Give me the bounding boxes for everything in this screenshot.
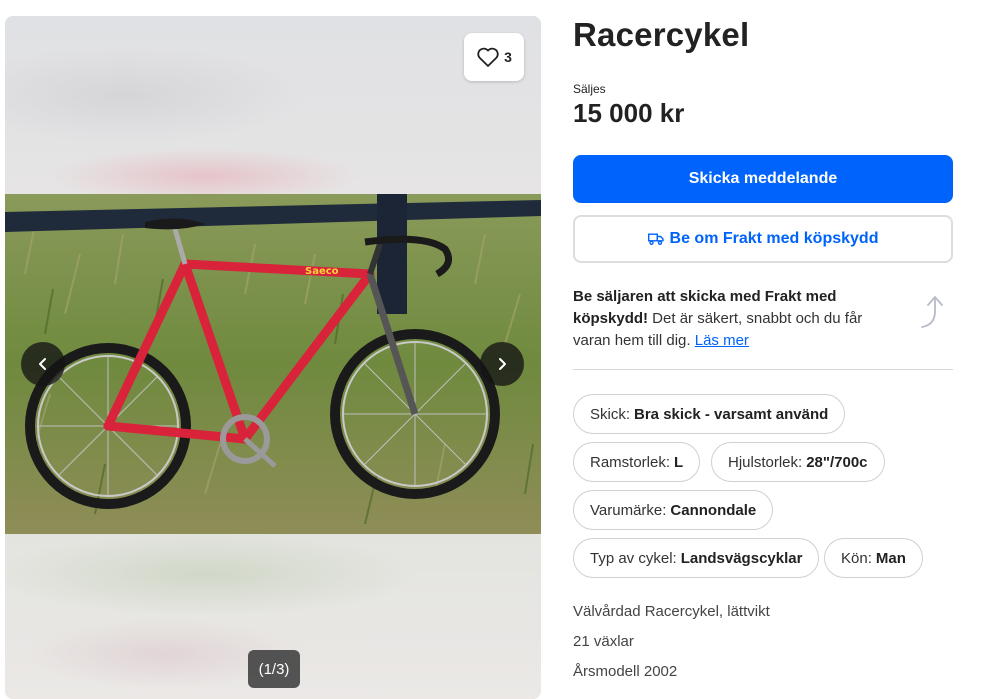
attribute-chip-bike-type: Typ av cykel: Landsvägscyklar <box>573 538 820 578</box>
attribute-chip-condition: Skick: Bra skick - varsamt använd <box>573 394 846 434</box>
attribute-value: Cannondale <box>670 501 757 519</box>
blurred-background-top <box>5 16 541 196</box>
favorite-button[interactable]: 3 <box>464 33 524 81</box>
listing-title: Racercykel <box>573 16 750 53</box>
favorite-count: 3 <box>504 49 512 65</box>
attribute-chip-frame-size: Ramstorlek: L <box>573 442 701 482</box>
chevron-left-icon <box>39 358 46 370</box>
description-line: 21 växlar <box>573 633 634 650</box>
heart-icon <box>477 47 499 67</box>
request-shipping-button[interactable]: Be om Frakt med köpskydd <box>573 215 953 263</box>
chevron-right-icon <box>499 358 506 370</box>
attribute-chip-brand: Varumärke: Cannondale <box>573 490 774 530</box>
listing-status: Säljes <box>573 82 606 96</box>
attribute-key: Typ av cykel: <box>590 549 677 567</box>
attribute-value: Man <box>875 549 906 567</box>
shipping-promo-text: Be säljaren att skicka med Frakt med köp… <box>573 286 863 352</box>
attribute-key: Varumärke: <box>590 501 667 519</box>
description-line: Årsmodell 2002 <box>573 663 678 680</box>
request-shipping-label: Be om Frakt med köpskydd <box>669 230 879 247</box>
attribute-value: Bra skick - varsamt använd <box>634 405 829 423</box>
attribute-value: Landsvägscyklar <box>680 549 803 567</box>
image-counter: (1/3) <box>248 650 300 688</box>
attribute-value: L <box>674 453 684 471</box>
previous-image-button[interactable] <box>21 342 65 386</box>
send-message-button[interactable]: Skicka meddelande <box>573 155 953 203</box>
next-image-button[interactable] <box>480 342 524 386</box>
section-divider <box>573 369 953 370</box>
frame-brand-text: Saeco <box>305 266 339 277</box>
listing-price: 15 000 kr <box>573 98 685 128</box>
attribute-key: Kön: <box>841 549 872 567</box>
image-gallery[interactable]: Saeco 3 (1/3) <box>5 16 541 699</box>
attribute-chip-wheel-size: Hjulstorlek: 28"/700c <box>711 442 885 482</box>
truck-icon <box>647 233 664 245</box>
attribute-key: Skick: <box>590 405 631 423</box>
attribute-key: Ramstorlek: <box>590 453 671 471</box>
attribute-chip-gender: Kön: Man <box>824 538 923 578</box>
attribute-value: 28"/700c <box>806 453 868 471</box>
send-message-label: Skicka meddelande <box>688 170 838 187</box>
attribute-key: Hjulstorlek: <box>728 453 803 471</box>
read-more-link[interactable]: Läs mer <box>695 332 749 349</box>
bike-photo[interactable]: Saeco <box>5 194 541 534</box>
description-line: Välvårdad Racercykel, lättvikt <box>573 603 770 620</box>
curved-arrow-icon <box>921 296 943 328</box>
